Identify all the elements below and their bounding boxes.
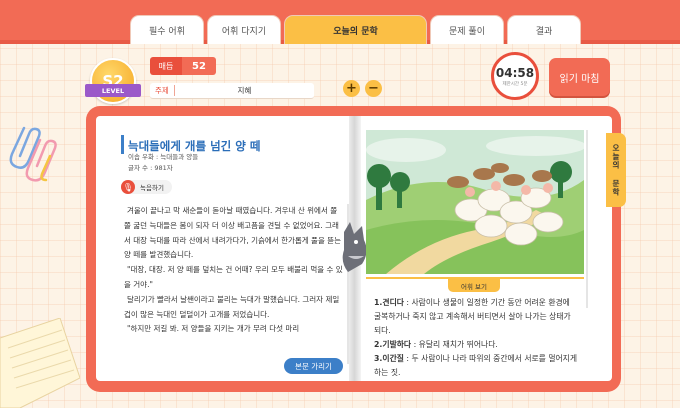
step-tabs: 필수 어휘 어휘 다지기 오늘의 문학 문제 풀이 결과 xyxy=(130,15,581,44)
side-tab-literature[interactable]: 오늘의 문학 xyxy=(606,133,626,207)
story-char-count: 글자 수 : 981자 xyxy=(128,164,173,172)
vocab-scrollbar[interactable] xyxy=(586,130,588,308)
story-body[interactable]: 겨울이 끝나고 막 새순들이 돋아날 때였습니다. 겨우내 산 위에서 쫄쫄 굶… xyxy=(124,204,344,364)
story-paragraph: 겨울이 끝나고 막 새순들이 돋아날 때였습니다. 겨우내 산 위에서 쫄쫄 굶… xyxy=(124,206,342,260)
topic-value: 지혜 xyxy=(237,86,252,95)
vocab-word: 기발하다 xyxy=(382,340,412,349)
story-author: 이솝 우화 : 늑대들과 양들 xyxy=(128,153,199,161)
tab-today-literature[interactable]: 오늘의 문학 xyxy=(284,15,427,44)
story-title: 늑대들에게 개를 넘긴 양 떼 xyxy=(128,139,261,153)
hide-text-button[interactable]: 본문 가리기 xyxy=(284,358,343,374)
finish-reading-button[interactable]: 읽기 마침 xyxy=(549,58,610,96)
vocab-def: : 유달리 재치가 뛰어나다. xyxy=(411,340,498,349)
level-badge: S2 xyxy=(90,58,136,104)
story-paragraph: "하지만 저길 봐. 저 양들을 지키는 개가 무려 다섯 마리 xyxy=(127,324,300,334)
record-button[interactable]: 🎙︎ 녹음하기 xyxy=(121,180,172,194)
vocab-def: : 사람이나 생물이 일정한 기간 동안 어려운 환경에 굴복하거나 죽지 않고… xyxy=(374,298,571,335)
vocab-def: : 두 사람이나 나라 따위의 중간에서 서로를 멀어지게 하는 짓. xyxy=(374,354,578,376)
count-label: 매듭 xyxy=(150,57,182,75)
vocab-word: 견디다 xyxy=(382,298,404,307)
notebook-icon xyxy=(0,318,80,408)
zoom-in-button[interactable]: + xyxy=(343,80,360,97)
vocab-word: 이간질 xyxy=(382,354,404,363)
tab-problem-solving[interactable]: 문제 풀이 xyxy=(430,15,504,44)
vocab-list: 1.견디다 : 사람이나 생물이 일정한 기간 동안 어려운 환경에 굴복하거나… xyxy=(374,296,579,376)
tab-required-vocab[interactable]: 필수 어휘 xyxy=(130,15,204,44)
story-paragraph: 달리기가 빨라서 날쌘이라고 불리는 늑대가 말했습니다. 그러자 제일 겁이 … xyxy=(124,294,340,319)
level-ribbon-text: LEVEL xyxy=(101,86,125,95)
tab-result[interactable]: 결과 xyxy=(507,15,581,44)
timer-time: 04:58 xyxy=(495,65,535,80)
timer: 04:58 제한시간 5분 xyxy=(491,52,539,100)
timer-limit: 제한시간 5분 xyxy=(502,81,528,87)
tab-vocab-practice[interactable]: 어휘 다지기 xyxy=(207,15,281,44)
vocab-item: 1.견디다 : 사람이나 생물이 일정한 기간 동안 어려운 환경에 굴복하거나… xyxy=(374,296,579,338)
story-paragraph: "대장, 대장. 저 양 떼를 덮치는 건 어때? 우리 모두 배불리 먹을 수… xyxy=(124,265,343,289)
record-label: 녹음하기 xyxy=(140,184,164,192)
story-illustration xyxy=(366,130,584,274)
zoom-out-button[interactable]: − xyxy=(365,80,382,97)
vocab-item: 3.이간질 : 두 사람이나 나라 따위의 중간에서 서로를 멀어지게 하는 짓… xyxy=(374,352,579,376)
topic-label: 주제 xyxy=(150,85,175,96)
paperclip-icon xyxy=(9,126,57,182)
microphone-icon: 🎙︎ xyxy=(121,180,135,194)
story-meta: 이솝 우화 : 늑대들과 양들 글자 수 : 981자 xyxy=(128,152,198,174)
vocab-title[interactable]: 어휘 보기 xyxy=(448,279,500,292)
count-value: 52 xyxy=(182,57,216,75)
vocab-item: 2.기발하다 : 유달리 재치가 뛰어나다. xyxy=(374,338,579,352)
level-ribbon: LEVEL xyxy=(85,84,141,97)
topic-row: 주제 지혜 xyxy=(150,83,314,99)
